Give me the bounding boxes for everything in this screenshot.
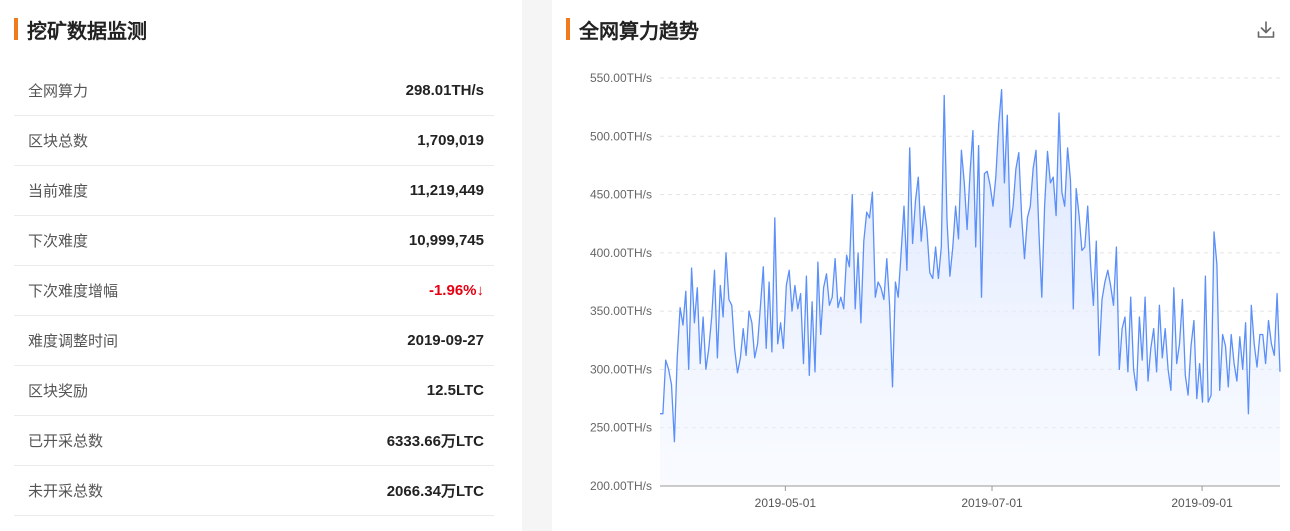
- stat-label: 当前难度: [28, 183, 89, 200]
- hashrate-area-chart: 200.00TH/s 250.00TH/s 300.00TH/s 350.00TH/s…: [590, 71, 1281, 510]
- hashrate-area: [660, 89, 1280, 486]
- stat-value: -1.96%↓: [428, 282, 484, 299]
- stat-label: 下次难度: [28, 233, 89, 250]
- stat-value: 2019-09-27: [407, 332, 484, 349]
- stat-label: 区块奖励: [28, 383, 89, 400]
- stat-label: 下次难度增幅: [28, 283, 119, 300]
- y-tick-label: 350.00TH/s: [590, 304, 652, 318]
- mining-dashboard: 挖矿数据监测 全网算力 298.01TH/s 区块总数 1,709,019 当前难度 11…: [0, 0, 1290, 531]
- stat-row: 未开采总数 2066.34万LTC: [14, 466, 494, 516]
- stat-value: 2066.34万LTC: [386, 483, 484, 500]
- stat-label: 难度调整时间: [28, 333, 119, 350]
- title-accent-bar: [14, 18, 18, 40]
- stat-value: 10,999,745: [408, 232, 484, 249]
- mining-data-title: 挖矿数据监测: [27, 20, 147, 43]
- stat-row: 区块奖励 12.5LTC: [14, 366, 494, 416]
- stat-label: 全网算力: [28, 83, 89, 100]
- stat-row: 难度调整时间 2019-09-27: [14, 316, 494, 366]
- stat-label: 区块总数: [28, 133, 89, 150]
- stat-label: 已开采总数: [28, 433, 104, 450]
- stat-row: 全网算力 298.01TH/s: [14, 66, 494, 116]
- stat-row: 下次难度增幅 -1.96%↓: [14, 266, 494, 316]
- stat-row: 区块总数 1,709,019: [14, 116, 494, 166]
- stat-value: 1,709,019: [417, 132, 484, 149]
- stat-row: 当前难度 11,219,449: [14, 166, 494, 216]
- mining-data-header: 挖矿数据监测: [14, 14, 147, 44]
- y-tick-label: 300.00TH/s: [590, 362, 652, 376]
- x-tick-label: 2019-09-01: [1171, 496, 1233, 510]
- stat-value: 12.5LTC: [426, 382, 484, 399]
- y-tick-label: 400.00TH/s: [590, 246, 652, 260]
- hashrate-trend-panel: 全网算力趋势 200.00TH/s 250.00TH/s 300.00TH/s 350…: [552, 0, 1290, 531]
- stat-value: 11,219,449: [409, 182, 484, 199]
- x-tick-label: 2019-07-01: [961, 496, 1023, 510]
- y-tick-label: 250.00TH/s: [590, 421, 652, 435]
- stat-row: 已开采总数 6333.66万LTC: [14, 416, 494, 466]
- mining-data-panel: 挖矿数据监测 全网算力 298.01TH/s 区块总数 1,709,019 当前难度 11…: [0, 0, 522, 531]
- stat-value: 298.01TH/s: [405, 82, 484, 99]
- x-tick-label: 2019-05-01: [755, 496, 817, 510]
- stats-list: 全网算力 298.01TH/s 区块总数 1,709,019 当前难度 11,219,44…: [14, 66, 494, 516]
- stat-label: 未开采总数: [28, 483, 104, 500]
- y-tick-label: 550.00TH/s: [590, 71, 652, 85]
- y-tick-label: 450.00TH/s: [590, 188, 652, 202]
- y-tick-label: 500.00TH/s: [590, 129, 652, 143]
- stat-row: 下次难度 10,999,745: [14, 216, 494, 266]
- y-tick-label: 200.00TH/s: [590, 479, 652, 493]
- stat-value: 6333.66万LTC: [386, 433, 484, 450]
